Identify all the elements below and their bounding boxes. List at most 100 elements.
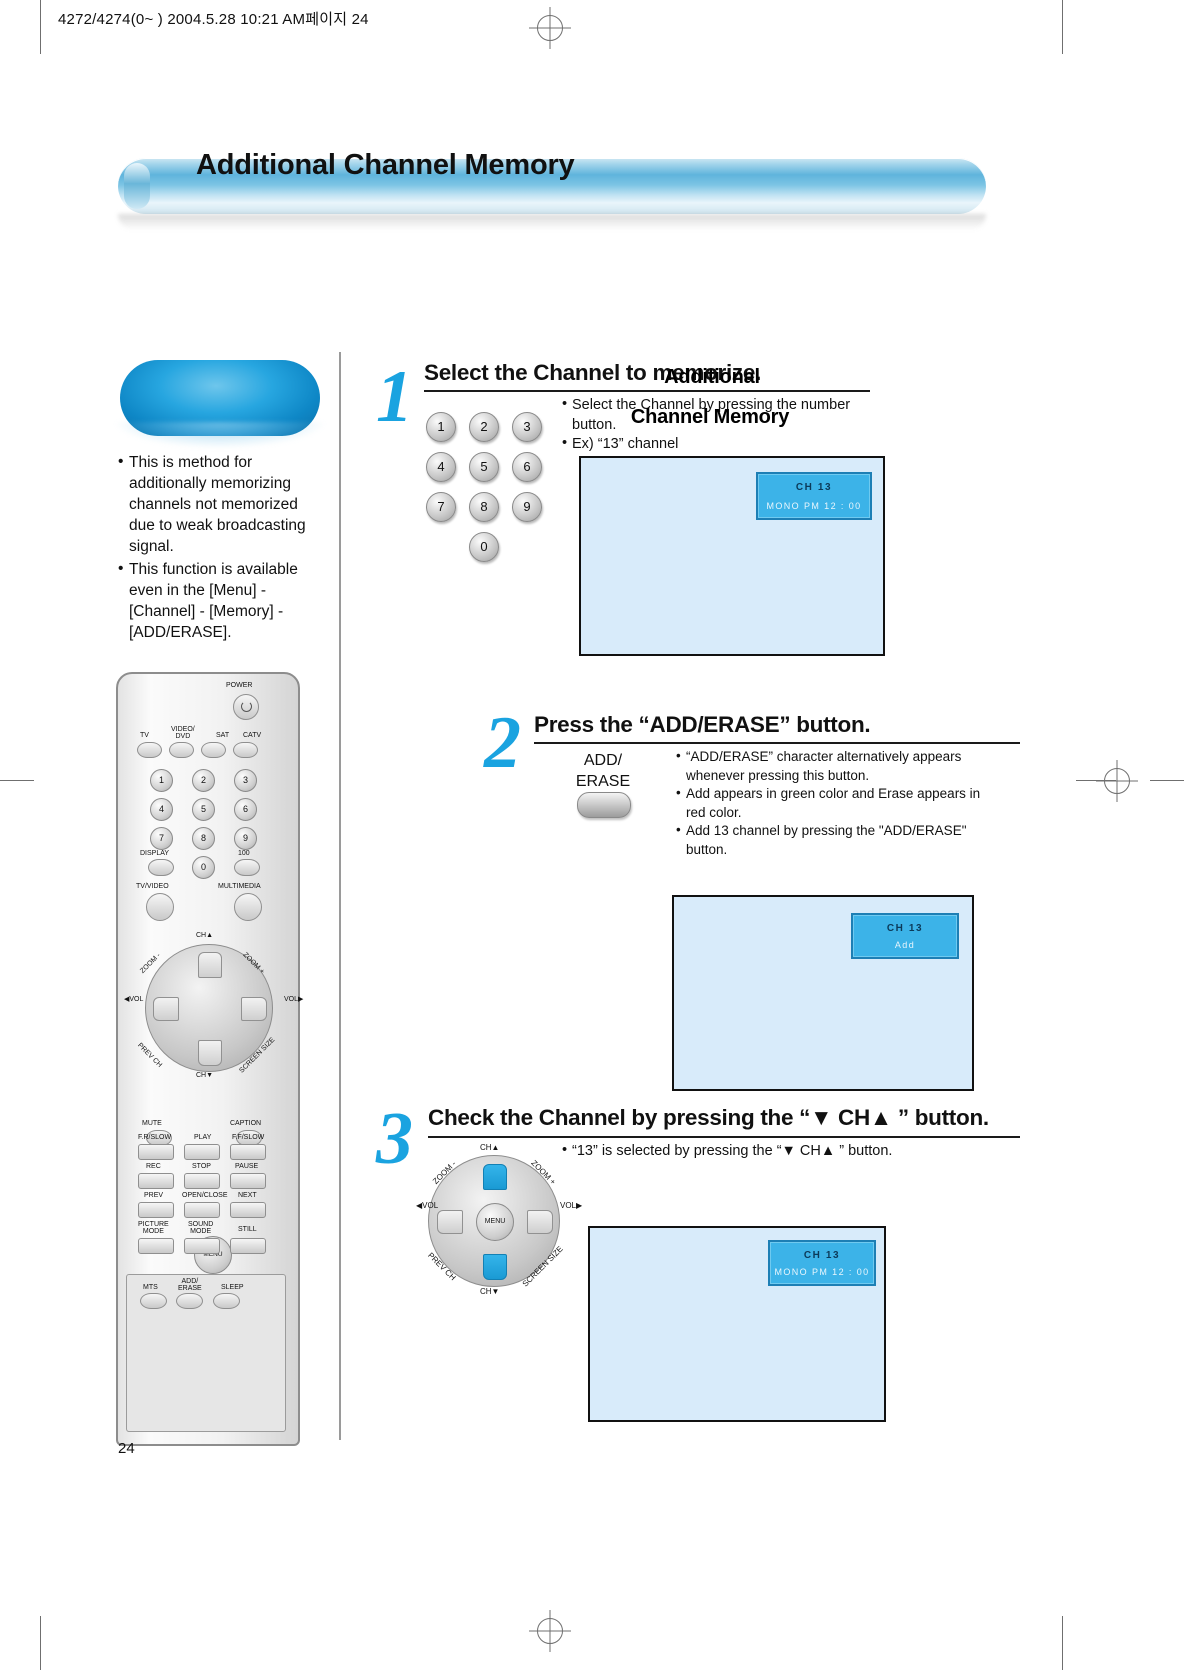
remote-display-button[interactable] [148,859,174,876]
step-3-ch-up-label: CH▲ [480,1143,500,1152]
remote-tv-video-button[interactable] [146,893,174,921]
power-icon [241,701,252,712]
remote-play-button[interactable] [184,1144,220,1160]
remote-key-7[interactable]: 7 [150,827,173,850]
step-2-notes: “ADD/ERASE” character alternatively appe… [676,747,1002,859]
remote-fr-slow-label: F.R/SLOW [138,1134,172,1141]
crop-mark-left-lower [40,1616,41,1670]
remote-source-label-video-dvd: VIDEO/ DVD [171,726,195,740]
remote-key-5[interactable]: 5 [192,798,215,821]
remote-still-label: STILL [238,1226,257,1233]
remote-key-2[interactable]: 2 [192,769,215,792]
remote-key-0[interactable]: 0 [192,856,215,879]
step-1-osd-channel: CH 13 [795,482,833,493]
keypad-key-4[interactable]: 4 [426,452,456,482]
remote-stop-button[interactable] [184,1173,220,1189]
remote-dpad-left[interactable] [153,997,179,1021]
remote-key-6[interactable]: 6 [234,798,257,821]
remote-prev-button[interactable] [138,1202,174,1218]
remote-fr-slow-button[interactable] [138,1144,174,1160]
remote-add-erase-label: ADD/ ERASE [178,1278,202,1292]
remote-control-illustration: POWER TV VIDEO/ DVD SAT CATV 1 2 3 4 5 6… [116,672,304,1446]
step-2-add-erase-button[interactable] [577,792,631,818]
step-1-tv-screen: CH 13 MONO PM 12 : 00 [579,456,885,656]
remote-vol-right-label: VOL▶ [284,996,304,1003]
remote-multimedia-button[interactable] [234,893,262,921]
remote-stop-label: STOP [192,1163,211,1170]
remote-next-label: NEXT [238,1192,257,1199]
remote-ch-down-label: CH▼ [196,1072,214,1079]
remote-source-button-sat[interactable] [201,742,226,758]
step-3-number: 3 [376,1098,413,1180]
step-3-notes: “13” is selected by pressing the “▼ CH▲ … [562,1141,962,1162]
remote-ff-slow-label: F.F/SLOW [232,1134,265,1141]
remote-key-3[interactable]: 3 [234,769,257,792]
remote-vol-left-label: ◀VOL [124,996,144,1003]
remote-caption-label: CAPTION [230,1120,262,1127]
remote-100-button[interactable] [234,859,260,876]
remote-mts-button[interactable] [140,1293,167,1309]
remote-ff-slow-button[interactable] [230,1144,266,1160]
sidebar-bullet: This function is available even in the [… [118,558,328,643]
remote-key-4[interactable]: 4 [150,798,173,821]
remote-rec-button[interactable] [138,1173,174,1189]
keypad-key-8[interactable]: 8 [469,492,499,522]
step-2-number: 2 [484,702,521,784]
keypad-key-0[interactable]: 0 [469,532,499,562]
page-number: 24 [118,1440,135,1457]
remote-dpad-down[interactable] [198,1040,222,1066]
keypad-key-7[interactable]: 7 [426,492,456,522]
registration-mark-top [537,15,563,41]
step-2-note: Add 13 channel by pressing the "ADD/ERAS… [676,821,1002,859]
remote-sound-mode-button[interactable] [184,1238,220,1254]
remote-source-label-tv: TV [140,732,149,739]
remote-ch-up-label: CH▲ [196,932,214,939]
column-divider [339,352,341,1440]
step-2-rule [534,742,1020,744]
remote-key-8[interactable]: 8 [192,827,215,850]
step-3-note: “13” is selected by pressing the “▼ CH▲ … [562,1141,962,1162]
remote-source-button-catv[interactable] [233,742,258,758]
remote-key-9[interactable]: 9 [234,827,257,850]
remote-source-label-catv: CATV [243,732,262,739]
step-3-dpad-right[interactable] [527,1210,553,1234]
remote-source-button-video-dvd[interactable] [169,742,194,758]
keypad-key-5[interactable]: 5 [469,452,499,482]
keypad-key-6[interactable]: 6 [512,452,542,482]
remote-tv-video-label: TV/VIDEO [136,883,169,890]
sidebar-bullet: This is method for additionally memorizi… [118,451,328,557]
remote-dpad-right[interactable] [241,997,267,1021]
crop-mark-left-vertical [40,0,41,54]
remote-open-close-button[interactable] [184,1202,220,1218]
page-title: Additional Channel Memory [196,148,575,181]
step-3-menu-button[interactable]: MENU [476,1203,514,1241]
step-2-button-label: ADD/ ERASE [560,750,646,792]
remote-picture-mode-button[interactable] [138,1238,174,1254]
remote-pause-button[interactable] [230,1173,266,1189]
keypad-key-9[interactable]: 9 [512,492,542,522]
step-2-note: “ADD/ERASE” character alternatively appe… [676,747,1002,785]
step-3-dpad-left[interactable] [437,1210,463,1234]
remote-power-label: POWER [226,682,253,689]
step-3-osd-channel: CH 13 [803,1250,841,1261]
step-2-osd-box: CH 13 Add [851,913,959,959]
remote-sleep-button[interactable] [213,1293,240,1309]
step-3-dpad-down[interactable] [483,1254,507,1280]
crop-mark-right-upper [1062,0,1063,54]
step-3-vol-right-label: VOL▶ [560,1201,583,1210]
remote-add-erase-button[interactable] [176,1293,203,1309]
remote-dpad-up[interactable] [198,952,222,978]
step-3-heading: Check the Channel by pressing the “▼ CH▲… [428,1105,989,1130]
step-2-osd-channel: CH 13 [886,923,924,934]
remote-source-label-sat: SAT [216,732,230,739]
remote-play-label: PLAY [194,1134,212,1141]
step-3-rule [428,1136,1020,1138]
step-3-dpad-up[interactable] [483,1164,507,1190]
remote-source-button-tv[interactable] [137,742,162,758]
step-3-tv-screen: CH 13 MONO PM 12 : 00 [588,1226,886,1422]
remote-still-button[interactable] [230,1238,266,1254]
remote-next-button[interactable] [230,1202,266,1218]
remote-key-1[interactable]: 1 [150,769,173,792]
remote-mts-label: MTS [143,1284,158,1291]
step-3-ch-down-label: CH▼ [480,1287,500,1296]
